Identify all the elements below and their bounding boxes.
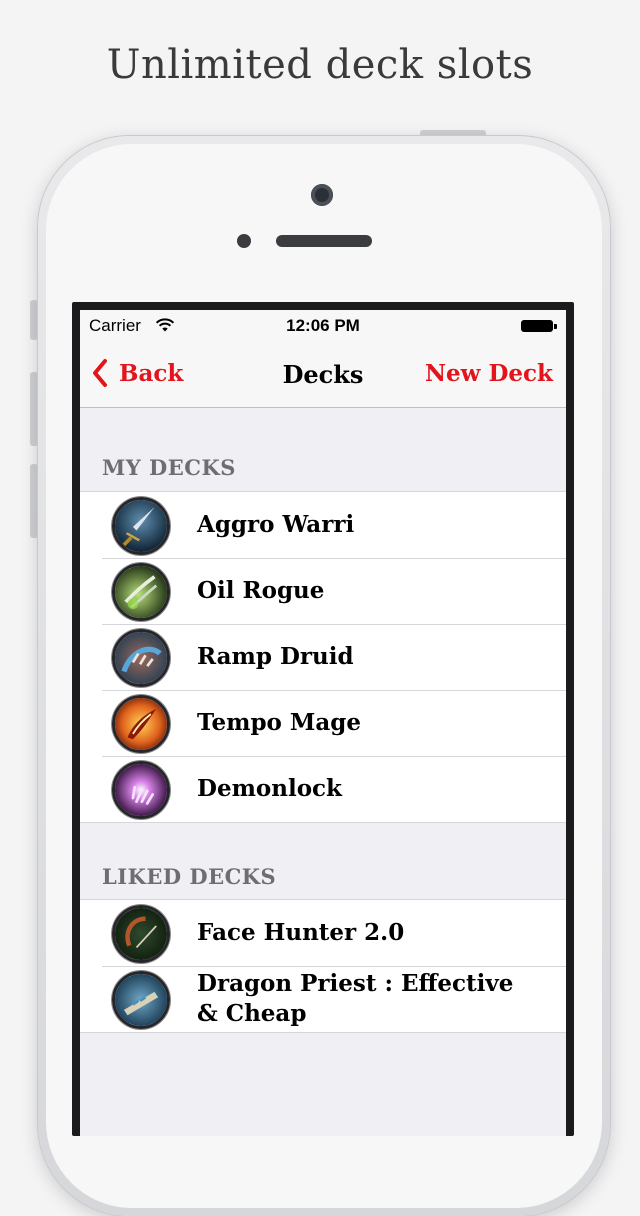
deck-name: Dragon Priest : Effective & Cheap (197, 970, 514, 1027)
rogue-blades-icon (112, 563, 170, 621)
priest-staff-icon (112, 971, 170, 1029)
new-deck-button[interactable]: New Deck (425, 360, 553, 387)
battery-icon (521, 320, 553, 332)
deck-row[interactable]: Ramp Druid (80, 624, 566, 690)
earpiece-speaker (276, 235, 372, 247)
mage-fire-icon (112, 695, 170, 753)
status-time: 12:06 PM (286, 316, 360, 335)
section-header-my-decks: MY DECKS (102, 455, 236, 480)
mute-switch (30, 300, 38, 340)
deck-name: Demonlock (197, 775, 342, 802)
druid-claw-icon (112, 629, 170, 687)
deck-name: Tempo Mage (197, 709, 361, 736)
my-decks-list: Aggro Warri Oil Rogue Ramp Druid Tempo M… (80, 491, 566, 823)
deck-name: Oil Rogue (197, 577, 325, 604)
proximity-sensor (237, 234, 251, 248)
page-headline: Unlimited deck slots (106, 42, 534, 88)
deck-row[interactable]: Demonlock (80, 756, 566, 822)
status-bar: Carrier 12:06 PM (80, 310, 566, 342)
volume-up-button (30, 372, 38, 446)
deck-row[interactable]: Face Hunter 2.0 (80, 900, 566, 966)
front-camera (311, 184, 333, 206)
liked-decks-list: Face Hunter 2.0 Dragon Priest : Effectiv… (80, 899, 566, 1033)
navigation-bar: Back Decks New Deck (80, 342, 566, 408)
volume-down-button (30, 464, 38, 538)
deck-row[interactable]: Tempo Mage (80, 690, 566, 756)
section-header-liked-decks: LIKED DECKS (102, 864, 277, 889)
deck-row[interactable]: Oil Rogue (80, 558, 566, 624)
app-screen: Carrier 12:06 PM Back Decks New Deck MY … (80, 310, 566, 1136)
warrior-sword-icon (112, 497, 170, 555)
battery-tip (554, 324, 557, 329)
deck-name: Aggro Warri (197, 511, 355, 538)
hunter-bow-icon (112, 905, 170, 963)
deck-name: Ramp Druid (197, 643, 354, 670)
warlock-hand-icon (112, 761, 170, 819)
deck-row[interactable]: Aggro Warri (80, 492, 566, 558)
deck-name: Face Hunter 2.0 (197, 919, 405, 946)
deck-row[interactable]: Dragon Priest : Effective & Cheap (80, 966, 566, 1032)
